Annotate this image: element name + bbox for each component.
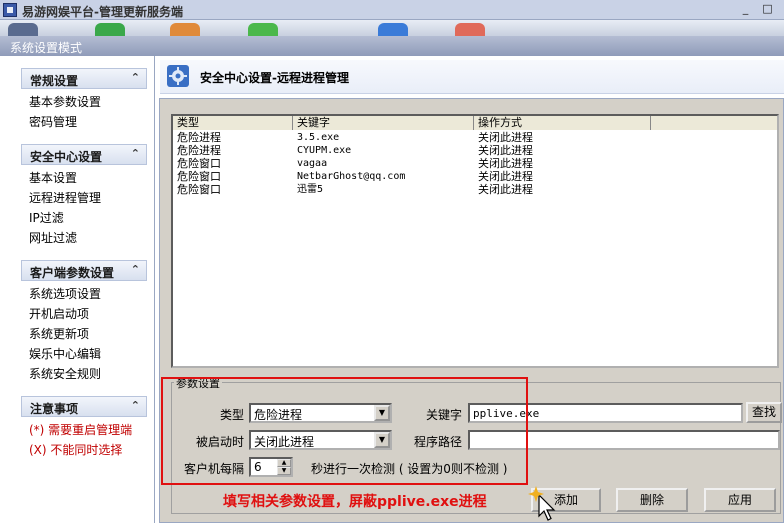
sidebar-group-client: 客户端参数设置 ⌃ 系统选项设置 开机启动项 系统更新项 娱乐中心编辑 系统安全… (21, 260, 147, 384)
cell-type: 危险窗口 (177, 157, 221, 170)
column-type[interactable]: 类型 (173, 116, 293, 130)
sidebar-group-header[interactable]: 常规设置 ⌃ (21, 68, 147, 89)
cell-type: 危险进程 (177, 131, 221, 144)
cell-action: 关闭此进程 (478, 170, 533, 183)
list-header: 类型 关键字 操作方式 (173, 116, 777, 130)
page-header: 安全中心设置-远程进程管理 (160, 60, 784, 94)
page-title: 安全中心设置-远程进程管理 (200, 71, 349, 85)
sidebar-group-title: 注意事项 (30, 402, 79, 416)
annotation-highlight (161, 377, 528, 485)
note-exclusive: (X) 不能同时选择 (29, 443, 123, 457)
sidebar-group-general: 常规设置 ⌃ 基本参数设置 密码管理 (21, 68, 147, 132)
search-button[interactable]: 查找 (746, 402, 782, 423)
sidebar-group-notes: 注意事项 ⌃ (*) 需要重启管理端 (X) 不能同时选择 (21, 396, 147, 460)
sidebar-item-url-filter[interactable]: 网址过滤 (21, 228, 147, 248)
sidebar-item-system-update[interactable]: 系统更新项 (21, 324, 147, 344)
chevron-up-icon[interactable]: ⌃ (131, 71, 140, 84)
minimize-button[interactable]: _ (738, 2, 753, 17)
cell-type: 危险窗口 (177, 183, 221, 196)
sparkle-icon (528, 486, 544, 502)
note-restart-required: (*) 需要重启管理端 (29, 423, 133, 437)
mode-bar: 系统设置模式 (0, 36, 784, 56)
process-list[interactable]: 类型 关键字 操作方式 危险进程 3.5.exe 关闭此进程 危险进程 CYUP… (171, 114, 779, 368)
sidebar-group-header[interactable]: 注意事项 ⌃ (21, 396, 147, 417)
cell-keyword: vagaa (297, 158, 328, 169)
sidebar-item-security-rules[interactable]: 系统安全规则 (21, 364, 147, 384)
cell-type: 危险窗口 (177, 170, 221, 183)
sidebar: 常规设置 ⌃ 基本参数设置 密码管理 安全中心设置 ⌃ 基本设置 远程进程管理 … (0, 56, 155, 523)
sidebar-item-system-options[interactable]: 系统选项设置 (21, 284, 147, 304)
sidebar-group-security: 安全中心设置 ⌃ 基本设置 远程进程管理 IP过滤 网址过滤 (21, 144, 147, 248)
chevron-up-icon[interactable]: ⌃ (131, 399, 140, 412)
toolbar-icon-1[interactable] (8, 23, 38, 36)
cell-keyword: CYUPM.exe (297, 145, 352, 156)
sidebar-group-header[interactable]: 客户端参数设置 ⌃ (21, 260, 147, 281)
cell-action: 关闭此进程 (478, 183, 533, 196)
app-icon (3, 3, 17, 17)
toolbar-icon-3[interactable] (170, 23, 200, 36)
table-row[interactable]: 危险窗口 迅雷5 关闭此进程 (173, 183, 777, 196)
chevron-up-icon[interactable]: ⌃ (131, 147, 140, 160)
cell-type: 危险进程 (177, 144, 221, 157)
column-keyword[interactable]: 关键字 (293, 116, 474, 130)
table-row[interactable]: 危险进程 3.5.exe 关闭此进程 (173, 131, 777, 144)
table-row[interactable]: 危险窗口 vagaa 关闭此进程 (173, 157, 777, 170)
settings-gear-icon (167, 65, 189, 87)
toolbar-icon-4[interactable] (248, 23, 278, 36)
apply-button[interactable]: 应用 (704, 488, 776, 512)
sidebar-group-title: 常规设置 (30, 74, 79, 88)
sidebar-item-basic-params[interactable]: 基本参数设置 (21, 92, 147, 112)
sidebar-group-header[interactable]: 安全中心设置 ⌃ (21, 144, 147, 165)
sidebar-item-startup[interactable]: 开机启动项 (21, 304, 147, 324)
sidebar-item-ip-filter[interactable]: IP过滤 (21, 208, 147, 228)
cell-keyword: 迅雷5 (297, 184, 324, 195)
cell-action: 关闭此进程 (478, 144, 533, 157)
sidebar-item-remote-process[interactable]: 远程进程管理 (21, 188, 147, 208)
title-bar: 易游网娱平台-管理更新服务端 _ □ (0, 0, 784, 20)
maximize-button[interactable]: □ (760, 2, 775, 17)
column-action[interactable]: 操作方式 (474, 116, 651, 130)
sidebar-item-basic-settings[interactable]: 基本设置 (21, 168, 147, 188)
mode-title: 系统设置模式 (10, 41, 83, 55)
sidebar-group-title: 客户端参数设置 (30, 266, 115, 280)
toolbar (0, 20, 784, 36)
sidebar-group-title: 安全中心设置 (30, 150, 103, 164)
toolbar-icon-6[interactable] (455, 23, 485, 36)
sidebar-item-entertainment[interactable]: 娱乐中心编辑 (21, 344, 147, 364)
cell-keyword: NetbarGhost@qq.com (297, 171, 406, 182)
cell-action: 关闭此进程 (478, 131, 533, 144)
chevron-up-icon[interactable]: ⌃ (131, 263, 140, 276)
toolbar-icon-2[interactable] (95, 23, 125, 36)
cell-action: 关闭此进程 (478, 157, 533, 170)
toolbar-icon-5[interactable] (378, 23, 408, 36)
cell-keyword: 3.5.exe (297, 132, 340, 143)
column-empty (651, 116, 777, 130)
sidebar-item-password[interactable]: 密码管理 (21, 112, 147, 132)
window-title: 易游网娱平台-管理更新服务端 (22, 5, 183, 19)
table-row[interactable]: 危险进程 CYUPM.exe 关闭此进程 (173, 144, 777, 157)
delete-button[interactable]: 删除 (616, 488, 688, 512)
table-row[interactable]: 危险窗口 NetbarGhost@qq.com 关闭此进程 (173, 170, 777, 183)
annotation-text: 填写相关参数设置，屏蔽pplive.exe进程 (223, 494, 487, 510)
